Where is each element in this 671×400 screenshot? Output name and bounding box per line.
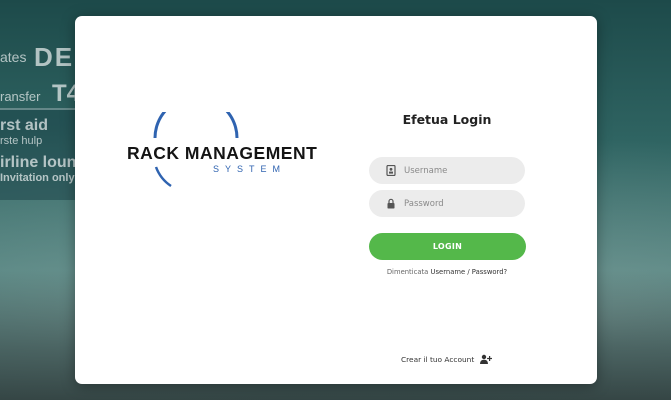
- background-sign: rste hulp: [0, 135, 43, 147]
- create-account-label: Crear il tuo Account: [401, 354, 475, 364]
- background-sign: irline loun: [0, 154, 77, 171]
- password-field[interactable]: [369, 190, 525, 217]
- login-card: RACK MANAGEMENT SYSTEM Efetua Login LOGI…: [75, 16, 597, 384]
- login-title: Efetua Login: [402, 112, 492, 127]
- create-account-link[interactable]: Crear il tuo Account: [401, 354, 493, 364]
- user-plus-icon: [480, 354, 493, 364]
- background-sign: Invitation only: [0, 172, 75, 184]
- login-button[interactable]: LOGIN: [369, 233, 526, 260]
- lock-icon: [387, 198, 395, 209]
- forgot-prefix: Dimenticata: [386, 268, 429, 276]
- username-field[interactable]: [369, 157, 525, 184]
- logo-title: RACK MANAGEMENT: [127, 143, 318, 163]
- logo: RACK MANAGEMENT SYSTEM: [123, 112, 317, 192]
- background-sign: rst aid: [0, 117, 49, 134]
- logo-subtitle: SYSTEM: [213, 164, 287, 174]
- background-sign: ransfer: [0, 89, 41, 104]
- forgot-credentials-link[interactable]: Username / Password?: [431, 268, 508, 276]
- username-input[interactable]: [404, 157, 516, 184]
- password-input[interactable]: [404, 190, 516, 217]
- background-sign: DE: [34, 42, 75, 72]
- background-sign: ates: [0, 49, 27, 65]
- background-sign-board: [0, 108, 78, 200]
- forgot-credentials: Dimenticata Username / Password?: [369, 268, 525, 276]
- id-card-icon: [386, 165, 396, 176]
